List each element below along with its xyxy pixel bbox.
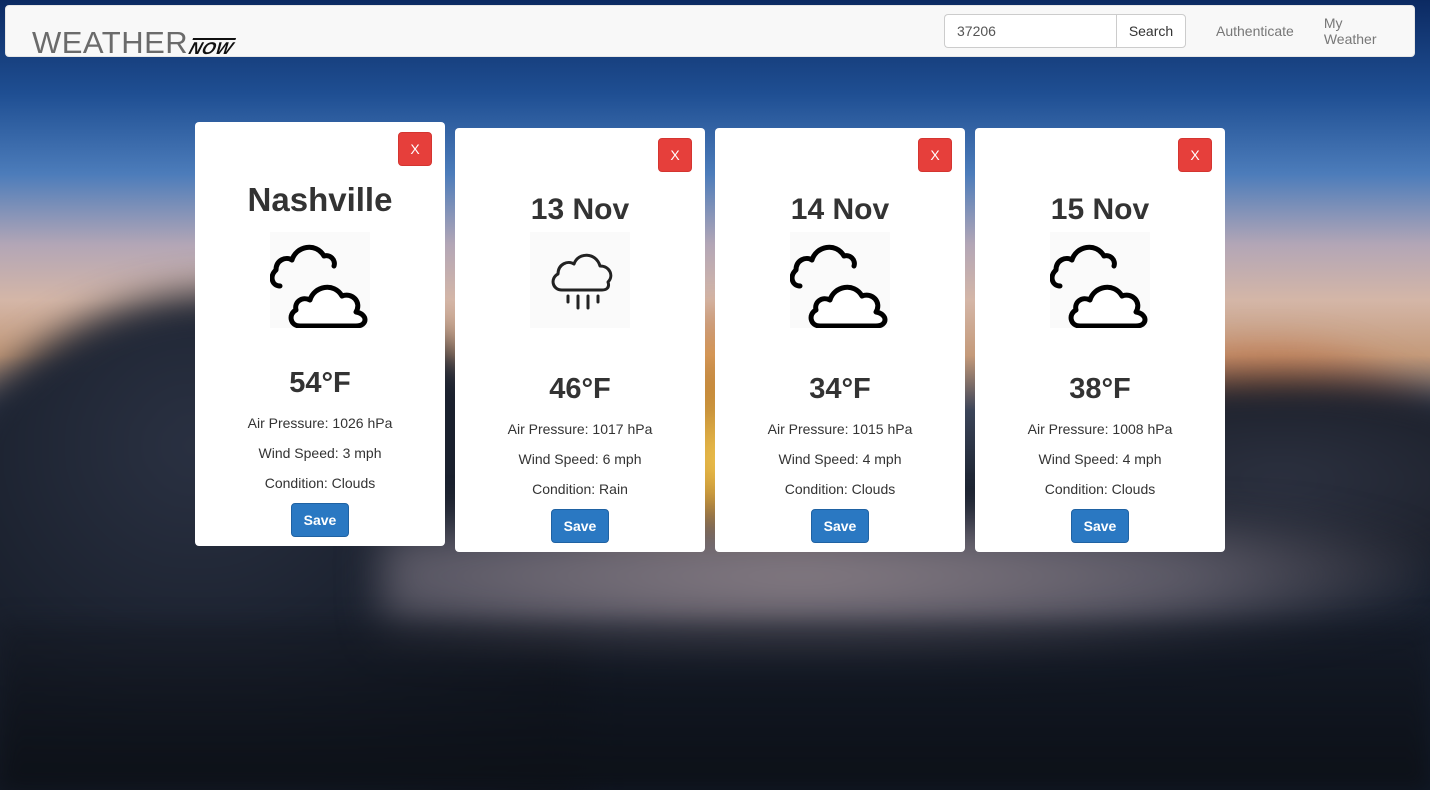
wind-speed: Wind Speed: 6 mph (518, 451, 642, 467)
close-button[interactable]: X (658, 138, 692, 172)
air-pressure: Air Pressure: 1008 hPa (1027, 421, 1173, 437)
card-title: 15 Nov (1050, 193, 1150, 226)
navbar: WEATHER NOW Search Authenticate My Weath… (5, 5, 1415, 60)
search-form: Search (944, 14, 1186, 48)
nav-links: Authenticate My Weather (1201, 6, 1414, 56)
condition: Condition: Clouds (784, 481, 896, 497)
clouds-icon (790, 232, 890, 328)
temperature: 38°F (1069, 373, 1131, 405)
weather-card-current: X Nashville 54°F Air Pressure: 1026 hPa … (195, 122, 445, 546)
rain-icon (530, 232, 630, 328)
save-button[interactable]: Save (291, 503, 349, 537)
brand-logo[interactable]: WEATHER NOW (32, 24, 237, 60)
condition: Condition: Rain (532, 481, 628, 497)
condition: Condition: Clouds (264, 475, 376, 491)
save-button[interactable]: Save (1071, 509, 1129, 543)
card-title: Nashville (247, 181, 393, 218)
save-button[interactable]: Save (551, 509, 609, 543)
clouds-icon (1050, 232, 1150, 328)
wind-speed: Wind Speed: 4 mph (778, 451, 902, 467)
search-button[interactable]: Search (1116, 14, 1186, 48)
weather-card-forecast: X 13 Nov 46°F Air Pressure: 1017 hPa Win… (455, 128, 705, 552)
air-pressure: Air Pressure: 1026 hPa (247, 415, 393, 431)
weather-card-forecast: X 15 Nov 38°F Air Pressure: 1008 hPa Win… (975, 128, 1225, 552)
air-pressure: Air Pressure: 1015 hPa (767, 421, 913, 437)
condition: Condition: Clouds (1044, 481, 1156, 497)
temperature: 54°F (289, 367, 351, 399)
brand-accent-text: NOW (186, 38, 237, 58)
air-pressure: Air Pressure: 1017 hPa (507, 421, 653, 437)
nav-link-my-weather[interactable]: My Weather (1324, 15, 1399, 47)
temperature: 46°F (549, 373, 611, 405)
weather-card-forecast: X 14 Nov 34°F Air Pressure: 1015 hPa Win… (715, 128, 965, 552)
close-button[interactable]: X (918, 138, 952, 172)
card-title: 14 Nov (790, 193, 890, 226)
temperature: 34°F (809, 373, 871, 405)
search-input[interactable] (944, 14, 1116, 48)
card-title: 13 Nov (530, 193, 630, 226)
save-button[interactable]: Save (811, 509, 869, 543)
close-button[interactable]: X (1178, 138, 1212, 172)
wind-speed: Wind Speed: 3 mph (258, 445, 382, 461)
clouds-icon (270, 232, 370, 328)
close-button[interactable]: X (398, 132, 432, 166)
brand-text: WEATHER (32, 25, 189, 60)
nav-link-authenticate[interactable]: Authenticate (1216, 23, 1294, 39)
wind-speed: Wind Speed: 4 mph (1038, 451, 1162, 467)
